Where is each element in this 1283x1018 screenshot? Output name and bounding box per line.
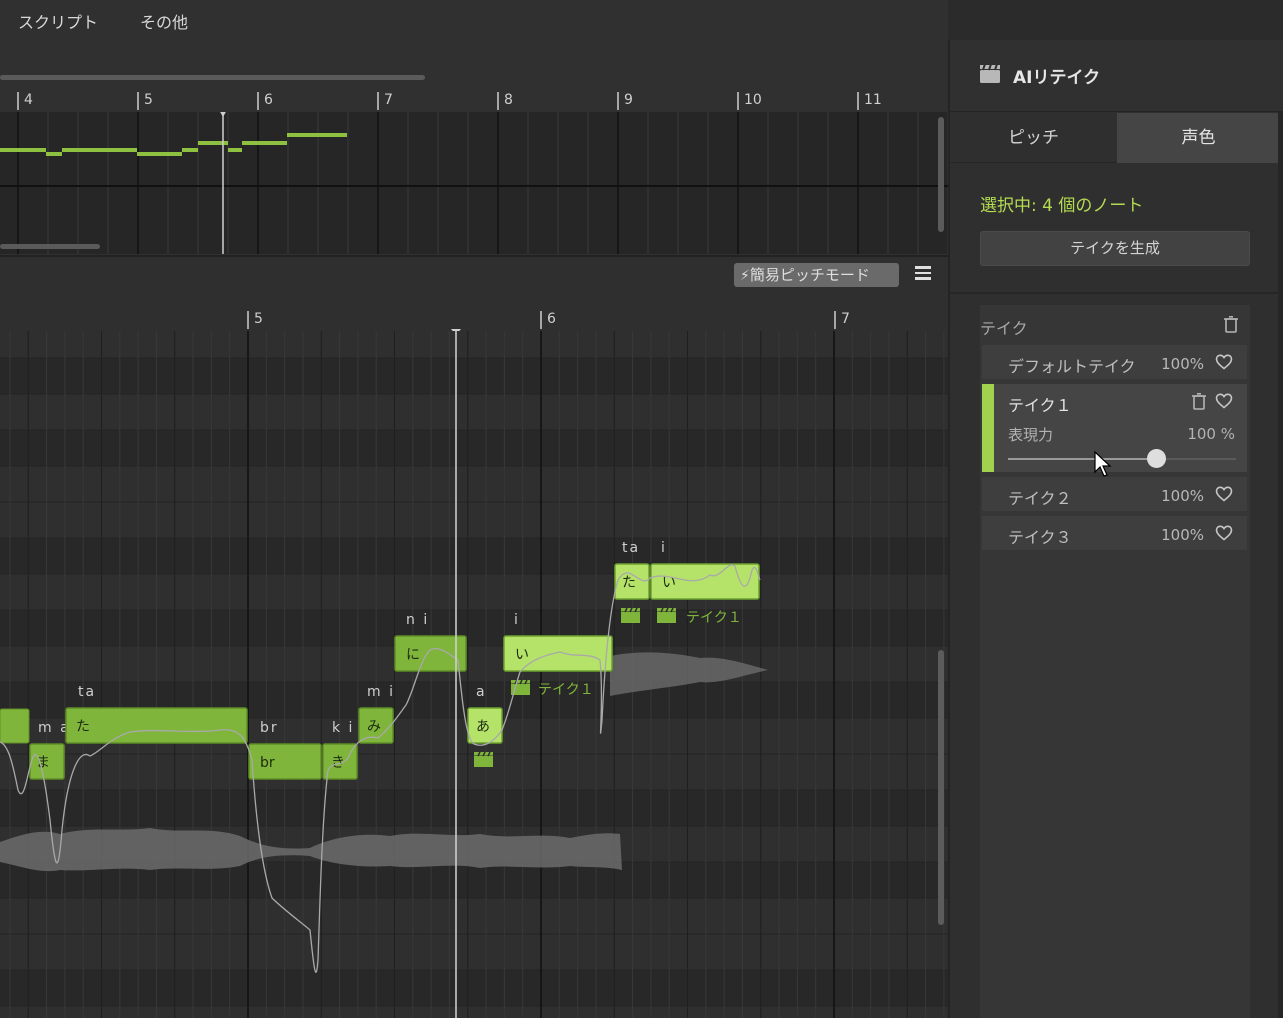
note-8[interactable]: い xyxy=(503,635,613,672)
menu-other[interactable]: その他 xyxy=(140,9,188,33)
take-strength: 100% xyxy=(1161,355,1204,373)
take-row-1[interactable]: テイク１ 表現力 100 % xyxy=(982,384,1247,472)
take-name: テイク３ xyxy=(1008,528,1072,547)
trash-icon[interactable] xyxy=(1191,393,1207,410)
overview-vertical-scrollbar[interactable] xyxy=(938,117,944,232)
take-name: テイク１ xyxy=(1008,396,1072,415)
note-phoneme: i xyxy=(661,540,667,556)
overview-bottom-scrollbar[interactable] xyxy=(0,244,100,249)
selection-status: 選択中: 4 個のノート xyxy=(980,196,1144,216)
expressiveness-slider-fill xyxy=(1008,458,1157,460)
mouse-cursor-icon xyxy=(1094,451,1112,477)
expressiveness-value: 100 % xyxy=(1187,425,1235,443)
menu-script[interactable]: スクリプト xyxy=(18,9,98,33)
ruler-bar-5: 5 xyxy=(254,311,263,327)
ruler-bar-7: 7 xyxy=(841,311,850,327)
take-row-2[interactable]: テイク２ 100% xyxy=(982,477,1247,511)
heart-icon[interactable] xyxy=(1215,486,1233,502)
simple-pitch-mode-button[interactable]: ⚡簡易ピッチモード xyxy=(734,263,899,287)
ruler-bar-6: 6 xyxy=(547,311,556,327)
take-label: テイク１ xyxy=(538,682,594,698)
selected-take-indicator xyxy=(982,384,994,472)
overview-grid xyxy=(0,112,948,254)
note-phoneme: k i xyxy=(332,720,354,736)
note-lyric: br xyxy=(260,755,275,771)
panel-divider xyxy=(950,292,1283,294)
overview-horizontal-scrollbar[interactable] xyxy=(0,75,425,80)
pitch-mode-label: 簡易ピッチモード xyxy=(749,266,870,284)
take-row-3[interactable]: テイク３ 100% xyxy=(982,516,1247,550)
note-lyric: き xyxy=(331,755,345,771)
note-lyric: た xyxy=(76,719,90,735)
panel-title: AIリテイク xyxy=(1013,68,1101,88)
note-phoneme: ta xyxy=(78,684,96,700)
note-phoneme: ta xyxy=(622,540,640,556)
takes-label: テイク xyxy=(980,319,1028,338)
clapperboard-icon xyxy=(980,64,1000,83)
trash-icon[interactable] xyxy=(1223,316,1239,333)
piano-roll-vertical-scrollbar[interactable] xyxy=(938,650,944,925)
take-row-default[interactable]: デフォルトテイク 100% xyxy=(982,345,1247,379)
generate-take-button[interactable]: テイクを生成 xyxy=(980,231,1250,266)
take-name: デフォルトテイク xyxy=(1008,357,1136,376)
heart-icon[interactable] xyxy=(1215,354,1233,370)
overview-bar-6: 6 xyxy=(264,92,273,108)
note-phoneme: a xyxy=(476,684,487,700)
clapperboard-icon[interactable] xyxy=(657,607,676,623)
overview-bar-7: 7 xyxy=(384,92,393,108)
piano-roll[interactable]: まm a たtabrbrきk i みm iにn iあaいiテイク１たtaいiテイク１ xyxy=(0,331,948,1018)
take-label: テイク１ xyxy=(686,610,742,626)
heart-icon[interactable] xyxy=(1215,525,1233,541)
take-name: テイク２ xyxy=(1008,489,1072,508)
overview-ruler xyxy=(17,92,859,110)
note-lyric: た xyxy=(622,575,636,591)
note-phoneme: br xyxy=(260,720,279,736)
note-10[interactable]: い xyxy=(650,563,760,600)
take-strength: 100% xyxy=(1161,487,1204,505)
overview-bar-8: 8 xyxy=(504,92,513,108)
note-1[interactable]: ま xyxy=(29,743,65,780)
panel-header: AIリテイク xyxy=(950,40,1283,112)
note-lyric: み xyxy=(367,719,381,735)
overview-bar-10: 10 xyxy=(744,92,762,108)
overview-bar-5: 5 xyxy=(144,92,153,108)
expressiveness-slider-knob[interactable] xyxy=(1146,449,1166,468)
expressiveness-label: 表現力 xyxy=(1008,426,1054,444)
note-partial[interactable] xyxy=(0,708,30,744)
expressiveness-slider[interactable] xyxy=(1008,458,1236,460)
note-3[interactable]: br xyxy=(248,743,322,780)
tab-timbre[interactable]: 声色 xyxy=(1117,113,1280,163)
note-phoneme: n i xyxy=(406,612,429,628)
editor-toolbar: ⚡簡易ピッチモード xyxy=(0,255,948,293)
note-phoneme: i xyxy=(514,612,520,628)
overview-bar-9: 9 xyxy=(624,92,633,108)
take-strength: 100% xyxy=(1161,526,1204,544)
menu-icon[interactable] xyxy=(915,266,931,280)
menu-bar: スクリプト その他 xyxy=(0,0,948,40)
note-lyric: あ xyxy=(476,719,490,735)
panel-edge xyxy=(1278,112,1283,1018)
note-7[interactable]: あ xyxy=(467,707,503,744)
note-lyric: い xyxy=(515,647,529,663)
heart-icon[interactable] xyxy=(1215,393,1233,409)
note-phoneme: m i xyxy=(367,684,395,700)
app-window: スクリプト その他 4 5 6 7 8 9 10 11 ⚡簡易ピッチモード 5 … xyxy=(0,0,1283,1018)
clapperboard-icon[interactable] xyxy=(474,751,493,767)
ai-retake-panel: AIリテイク ピッチ 声色 選択中: 4 個のノート テイクを生成 テイク デフ… xyxy=(948,40,1283,1018)
clapperboard-icon[interactable] xyxy=(621,607,640,623)
overview-bar-11: 11 xyxy=(864,92,882,108)
note-lyric: に xyxy=(406,647,420,663)
lightning-icon: ⚡ xyxy=(740,268,750,284)
tab-pitch[interactable]: ピッチ xyxy=(950,113,1117,163)
note-2[interactable]: た xyxy=(65,707,248,744)
overview-bar-4: 4 xyxy=(24,92,33,108)
timeline-ruler[interactable]: 5 6 7 xyxy=(0,293,948,331)
